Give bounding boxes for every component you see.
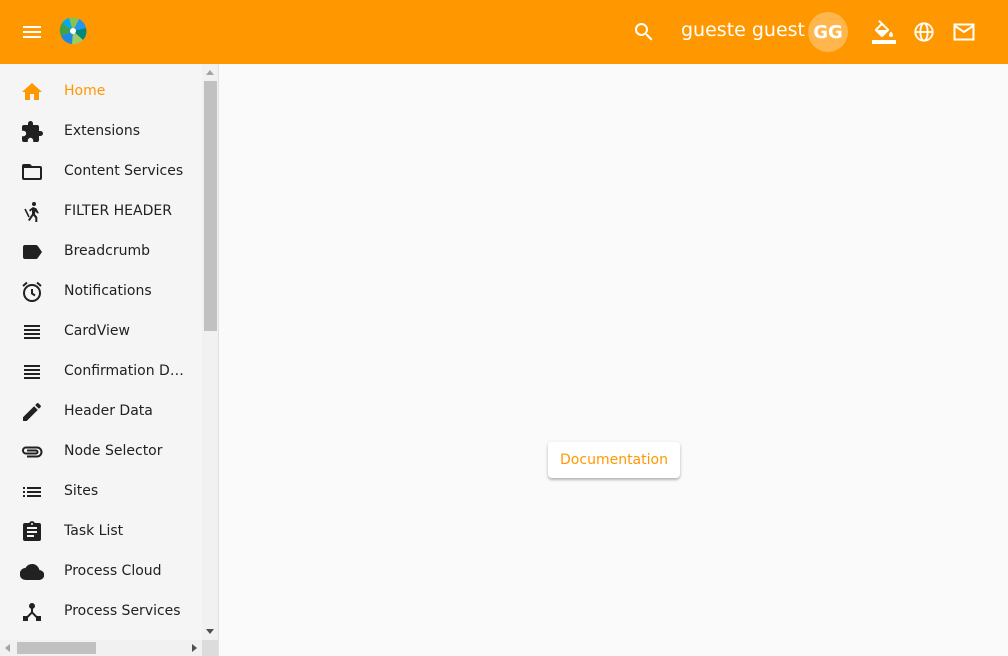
folder-icon xyxy=(20,160,44,184)
scrollbar-thumb[interactable] xyxy=(204,81,217,331)
sidebar-item-confirmation-dialog[interactable]: Confirmation Dialog xyxy=(0,352,202,392)
menu-icon xyxy=(23,26,41,38)
logo-icon xyxy=(59,17,87,45)
sidebar-item-header-data[interactable]: Header Data xyxy=(0,392,202,432)
sidebar-vertical-scrollbar[interactable] xyxy=(202,64,218,640)
scroll-left-arrow-icon[interactable] xyxy=(5,644,10,652)
menu-button[interactable] xyxy=(12,12,52,52)
scroll-up-arrow-icon[interactable] xyxy=(206,70,214,75)
sidebar-item-label: Confirmation Dialog xyxy=(64,363,186,379)
alarm-icon xyxy=(20,280,44,304)
sidebar-item-label: Task List xyxy=(64,523,124,539)
sidebar-item-label: Sites xyxy=(64,483,99,499)
sidebar-item-label: FILTER HEADER xyxy=(64,203,172,219)
sidebar-item-node-selector[interactable]: Node Selector xyxy=(0,432,202,472)
sidebar-horizontal-scrollbar[interactable] xyxy=(0,640,202,656)
sidebar-item-label: Notifications xyxy=(64,283,152,299)
sidebar-item-content-services[interactable]: Content Services xyxy=(0,152,202,192)
sidebar-item-label: Process Cloud xyxy=(64,563,162,579)
scroll-down-arrow-icon[interactable] xyxy=(206,629,214,634)
home-icon xyxy=(20,80,44,104)
sidebar-item-label: Header Data xyxy=(64,403,153,419)
sidebar-item-process-cloud[interactable]: Process Cloud xyxy=(0,552,202,592)
list-icon xyxy=(20,480,44,504)
sidebar-item-task-list[interactable]: Task List xyxy=(0,512,202,552)
logo[interactable] xyxy=(58,16,88,46)
attachment-icon xyxy=(20,440,44,464)
scrollbar-corner xyxy=(202,640,218,656)
mail-icon xyxy=(953,23,975,41)
sidebar-item-sites[interactable]: Sites xyxy=(0,472,202,512)
scroll-right-arrow-icon[interactable] xyxy=(192,644,197,652)
label-icon xyxy=(20,240,44,264)
extension-icon xyxy=(20,120,44,144)
assignment-icon xyxy=(20,520,44,544)
sidebar-item-filter-header[interactable]: FILTER HEADER xyxy=(0,192,202,232)
sidebar-item-label: Extensions xyxy=(64,123,141,139)
scrollbar-thumb[interactable] xyxy=(17,642,96,654)
documentation-button[interactable]: Documentation xyxy=(548,442,680,478)
cloud-icon xyxy=(20,560,44,584)
search-icon xyxy=(634,23,653,41)
sidebar-item-label: Content Services xyxy=(64,163,184,179)
filter-header-icon xyxy=(20,200,44,224)
app-header: gueste guest GG xyxy=(0,0,1008,64)
sidebar-item-process-services[interactable]: Process Services xyxy=(0,592,202,632)
sidebar-item-extensions[interactable]: Extensions xyxy=(0,112,202,152)
format-color-fill-icon xyxy=(872,20,896,44)
edit-icon xyxy=(20,400,44,424)
view-headline-icon xyxy=(20,360,44,384)
sidebar-item-breadcrumb[interactable]: Breadcrumb xyxy=(0,232,202,272)
language-button[interactable] xyxy=(904,12,944,52)
sidebar-item-label: Node Selector xyxy=(64,443,163,459)
sidebar-item-home[interactable]: Home xyxy=(0,72,202,112)
sidebar-item-notifications[interactable]: Notifications xyxy=(0,272,202,312)
language-icon xyxy=(914,22,934,42)
theme-picker-button[interactable] xyxy=(864,12,904,52)
sidebar: Home Extensions Content Services FILTER … xyxy=(0,64,219,656)
device-hub-icon xyxy=(20,600,44,624)
notifications-mail-button[interactable] xyxy=(944,12,984,52)
sidebar-item-label: Process Services xyxy=(64,603,181,619)
user-name[interactable]: gueste guest xyxy=(681,19,805,41)
sidebar-item-label: CardView xyxy=(64,323,130,339)
view-headline-icon xyxy=(20,320,44,344)
avatar[interactable]: GG xyxy=(808,12,848,52)
sidebar-item-cardview[interactable]: CardView xyxy=(0,312,202,352)
search-button[interactable] xyxy=(624,12,664,52)
sidebar-item-label: Breadcrumb xyxy=(64,243,150,259)
sidebar-item-label: Home xyxy=(64,83,106,99)
sidebar-nav: Home Extensions Content Services FILTER … xyxy=(0,72,202,632)
